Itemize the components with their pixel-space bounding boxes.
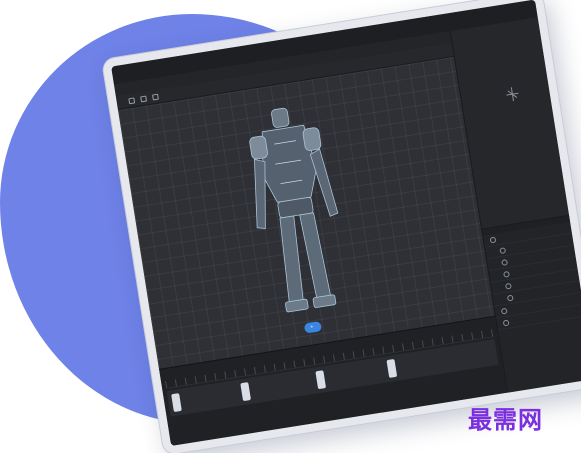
monitor-frame: +: [102, 0, 581, 453]
bone-icon: [499, 246, 507, 254]
title-tab[interactable]: [297, 44, 309, 46]
keyframe-icon[interactable]: [171, 393, 182, 413]
watermark: 最需网: [468, 406, 543, 434]
tool-icon[interactable]: [151, 93, 159, 101]
robot-model[interactable]: [225, 94, 367, 324]
keyframe-icon[interactable]: [386, 358, 398, 378]
3d-viewport[interactable]: +: [118, 56, 495, 369]
node-icon: [500, 307, 508, 315]
keyframe-icon[interactable]: [240, 382, 252, 402]
app-screen: +: [111, 0, 581, 446]
bone-icon: [503, 270, 510, 278]
bone-icon: [504, 282, 512, 290]
add-animation-button[interactable]: +: [303, 321, 323, 334]
tree-list: [483, 221, 581, 331]
title-tab-active[interactable]: [315, 42, 327, 44]
panel-hint: [476, 104, 555, 117]
node-icon: [489, 236, 497, 243]
tool-icon[interactable]: [128, 96, 136, 104]
axis-icon: [506, 87, 519, 102]
add-icon: +: [309, 324, 314, 331]
node-icon: [502, 319, 510, 326]
bone-icon: [506, 294, 514, 302]
title-actions: [511, 8, 537, 12]
bone-icon: [501, 258, 508, 266]
keyframe-icon[interactable]: [315, 370, 327, 390]
tool-icon[interactable]: [140, 95, 147, 102]
